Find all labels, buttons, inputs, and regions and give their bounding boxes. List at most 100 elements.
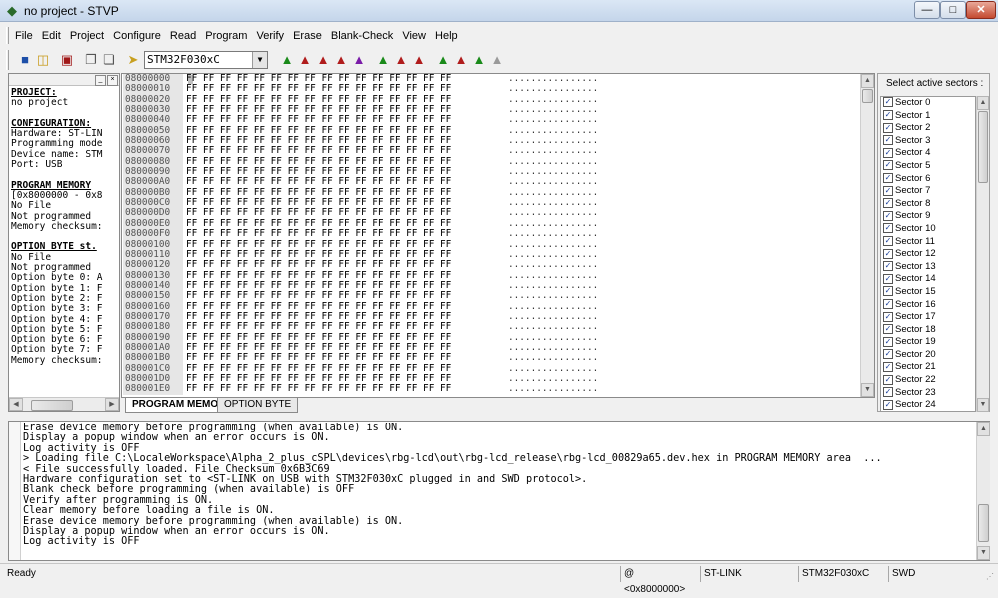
verify-current-icon[interactable]: ▲ <box>314 51 332 69</box>
menu-view[interactable]: View <box>399 27 429 45</box>
minimize-button[interactable]: — <box>914 1 940 19</box>
menu-file[interactable]: File <box>12 27 36 45</box>
checkbox-checked-icon[interactable]: ✓ <box>883 349 893 360</box>
sector-vertical-scrollbar[interactable]: ▲ ▼ <box>976 96 989 412</box>
sector-item[interactable]: ✓ Sector 9 <box>881 210 975 223</box>
read-current-icon[interactable]: ▲ <box>278 51 296 69</box>
sector-item[interactable]: ✓ Sector 7 <box>881 185 975 198</box>
scroll-thumb[interactable] <box>978 504 989 542</box>
sector-item[interactable]: ✓ Sector 17 <box>881 311 975 324</box>
program-all-icon[interactable]: ▲ <box>392 51 410 69</box>
sector-item[interactable]: ✓ Sector 16 <box>881 299 975 312</box>
device-select[interactable]: STM32F030xC ▼ <box>144 51 268 69</box>
sector-list[interactable]: ✓ Sector 0 ✓ Sector 1 ✓ Sector 2 ✓ Sector 3 ✓ Sec… <box>880 96 976 412</box>
scroll-right-icon[interactable]: ▶ <box>105 398 119 411</box>
sector-item[interactable]: ✓ Sector 15 <box>881 286 975 299</box>
checkbox-checked-icon[interactable]: ✓ <box>883 110 893 121</box>
checkbox-checked-icon[interactable]: ✓ <box>883 236 893 247</box>
checkbox-checked-icon[interactable]: ✓ <box>883 210 893 221</box>
menu-configure[interactable]: Configure <box>110 27 164 45</box>
sector-item[interactable]: ✓ Sector 12 <box>881 248 975 261</box>
checkbox-checked-icon[interactable]: ✓ <box>883 387 893 398</box>
verify-option-icon[interactable]: ▲ <box>470 51 488 69</box>
checkbox-checked-icon[interactable]: ✓ <box>883 261 893 272</box>
connect-icon[interactable]: ➤ <box>124 51 142 69</box>
memory-hex-view[interactable]: 08000000 08000010 08000020 08000030 08000040… <box>121 73 875 398</box>
scroll-thumb[interactable] <box>31 400 73 411</box>
hex-vertical-scrollbar[interactable]: ▲ ▼ <box>860 74 874 397</box>
sector-item[interactable]: ✓ Sector 4 <box>881 147 975 160</box>
menu-project[interactable]: Project <box>67 27 107 45</box>
sector-item[interactable]: ✓ Sector 11 <box>881 236 975 249</box>
sector-item[interactable]: ✓ Sector 19 <box>881 336 975 349</box>
resize-grip-icon[interactable]: ⋰ <box>986 572 996 582</box>
sector-item[interactable]: ✓ Sector 3 <box>881 135 975 148</box>
sector-item[interactable]: ✓ Sector 5 <box>881 160 975 173</box>
checkbox-checked-icon[interactable]: ✓ <box>883 160 893 171</box>
checkbox-checked-icon[interactable]: ✓ <box>883 147 893 158</box>
scroll-down-icon[interactable]: ▼ <box>977 398 989 412</box>
chevron-down-icon[interactable]: ▼ <box>252 52 267 68</box>
menu-program[interactable]: Program <box>202 27 250 45</box>
checkbox-checked-icon[interactable]: ✓ <box>883 248 893 259</box>
checkbox-checked-icon[interactable]: ✓ <box>883 361 893 372</box>
checkbox-checked-icon[interactable]: ✓ <box>883 336 893 347</box>
sector-item[interactable]: ✓ Sector 24 <box>881 399 975 411</box>
hex-data-column[interactable]: FF FF FF FF FF FF FF FF FF FF FF FF FF F… <box>186 74 506 397</box>
panel-menu-icon[interactable]: _ <box>95 75 106 86</box>
menu-erase[interactable]: Erase <box>290 27 325 45</box>
log-panel[interactable]: Erase device memory before programming (… <box>8 421 990 561</box>
program-current-icon[interactable]: ▲ <box>296 51 314 69</box>
scroll-up-icon[interactable]: ▲ <box>977 96 989 110</box>
scroll-left-icon[interactable]: ◀ <box>9 398 23 411</box>
log-vertical-scrollbar[interactable]: ▲ ▼ <box>976 422 990 560</box>
sector-item[interactable]: ✓ Sector 10 <box>881 223 975 236</box>
scroll-up-icon[interactable]: ▲ <box>977 422 990 436</box>
checkbox-checked-icon[interactable]: ✓ <box>883 173 893 184</box>
sector-item[interactable]: ✓ Sector 23 <box>881 387 975 400</box>
paste-icon[interactable]: ❏ <box>100 51 118 69</box>
erase-current-icon[interactable]: ▲ <box>332 51 350 69</box>
save-icon[interactable]: ■ <box>16 51 34 69</box>
checkbox-checked-icon[interactable]: ✓ <box>883 298 893 309</box>
menu-verify[interactable]: Verify <box>254 27 288 45</box>
checkbox-checked-icon[interactable]: ✓ <box>883 286 893 297</box>
checkbox-checked-icon[interactable]: ✓ <box>883 97 893 108</box>
open-icon[interactable]: ◫ <box>34 51 52 69</box>
sector-item[interactable]: ✓ Sector 18 <box>881 324 975 337</box>
checkbox-checked-icon[interactable]: ✓ <box>883 223 893 234</box>
copy-icon[interactable]: ❐ <box>82 51 100 69</box>
checkbox-checked-icon[interactable]: ✓ <box>883 198 893 209</box>
checkbox-checked-icon[interactable]: ✓ <box>883 311 893 322</box>
sector-item[interactable]: ✓ Sector 0 <box>881 97 975 110</box>
hex-data-row[interactable]: FF FF FF FF FF FF FF FF FF FF FF FF FF F… <box>186 290 506 301</box>
close-button[interactable]: ✕ <box>966 1 996 19</box>
toolbar-grip[interactable] <box>6 50 9 70</box>
checkbox-checked-icon[interactable]: ✓ <box>883 135 893 146</box>
sector-item[interactable]: ✓ Sector 14 <box>881 273 975 286</box>
read-all-icon[interactable]: ▲ <box>374 51 392 69</box>
sector-item[interactable]: ✓ Sector 22 <box>881 374 975 387</box>
maximize-button[interactable]: □ <box>940 1 966 19</box>
menu-blank-check[interactable]: Blank-Check <box>328 27 396 45</box>
checkbox-checked-icon[interactable]: ✓ <box>883 374 893 385</box>
scroll-thumb[interactable] <box>978 111 988 183</box>
verify-all-icon[interactable]: ▲ <box>410 51 428 69</box>
program-option-icon[interactable]: ▲ <box>452 51 470 69</box>
sector-item[interactable]: ✓ Sector 13 <box>881 261 975 274</box>
checkbox-checked-icon[interactable]: ✓ <box>883 273 893 284</box>
sector-item[interactable]: ✓ Sector 6 <box>881 173 975 186</box>
scroll-down-icon[interactable]: ▼ <box>977 546 990 560</box>
checkbox-checked-icon[interactable]: ✓ <box>883 185 893 196</box>
menu-grip[interactable] <box>6 27 9 44</box>
tab-option-byte[interactable]: OPTION BYTE <box>217 398 299 413</box>
left-horizontal-scrollbar[interactable]: ◀ ▶ <box>9 397 119 411</box>
sector-item[interactable]: ✓ Sector 1 <box>881 110 975 123</box>
scroll-thumb[interactable] <box>862 89 873 103</box>
scroll-up-icon[interactable]: ▲ <box>861 74 874 88</box>
hex-data-row[interactable]: FF FF FF FF FF FF FF FF FF FF FF FF FF F… <box>186 228 506 239</box>
checkbox-checked-icon[interactable]: ✓ <box>883 324 893 335</box>
chip-icon[interactable]: ▣ <box>58 51 76 69</box>
blank-check-current-icon[interactable]: ▲ <box>350 51 368 69</box>
sector-item[interactable]: ✓ Sector 8 <box>881 198 975 211</box>
